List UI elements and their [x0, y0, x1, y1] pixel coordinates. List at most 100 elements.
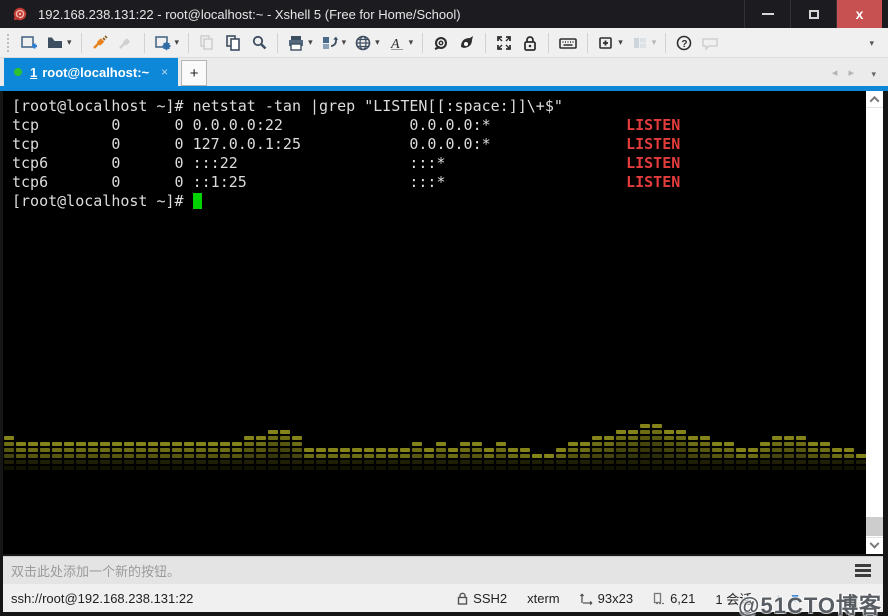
equalizer-column — [160, 442, 170, 470]
equalizer-column — [340, 448, 350, 470]
equalizer-column — [148, 442, 158, 470]
help-icon: ? — [676, 35, 692, 50]
equalizer-column — [508, 448, 518, 470]
full-screen-button[interactable] — [492, 31, 516, 55]
tab-scroll-left-icon[interactable]: ◂ — [832, 67, 842, 79]
full-screen-icon — [497, 35, 512, 50]
properties-caret-icon: ▾ — [174, 37, 180, 47]
equalizer-column — [136, 442, 146, 470]
copy-button — [195, 31, 219, 55]
scroll-up-button[interactable] — [866, 91, 883, 108]
xftp-button[interactable] — [455, 31, 479, 55]
web-browser-caret-icon: ▾ — [375, 37, 380, 47]
screen-capture-button[interactable]: ▾ — [318, 31, 350, 55]
toolbar-separator — [587, 32, 589, 53]
terminal-output: [root@localhost ~]# netstat -tan |grep "… — [12, 97, 680, 211]
equalizer-column — [628, 430, 638, 470]
paste-button[interactable] — [221, 31, 245, 55]
terminal-line: tcp6 0 0 :::22 :::* LISTEN — [12, 154, 681, 172]
tab-number: 1 — [30, 64, 38, 80]
properties-gear-icon — [154, 35, 171, 50]
terminal-cursor — [192, 193, 202, 209]
equalizer-column — [472, 442, 482, 470]
tab-label: root@localhost:~ — [42, 64, 150, 80]
cursor-position-indicator: 6,21 — [653, 591, 695, 606]
equalizer-column — [832, 448, 842, 470]
session-properties-button[interactable]: ▾ — [151, 31, 183, 55]
equalizer-column — [652, 424, 662, 470]
virtual-keyboard-button[interactable] — [555, 31, 581, 55]
open-folder-icon — [48, 37, 62, 48]
minimize-icon — [761, 13, 774, 15]
font-caret-icon: ▾ — [408, 37, 414, 47]
font-button[interactable]: A ▾ — [385, 31, 417, 55]
print-caret-icon: ▾ — [308, 37, 313, 47]
scroll-down-button[interactable] — [866, 537, 883, 554]
find-button[interactable] — [247, 31, 271, 55]
equalizer-column — [664, 430, 674, 470]
open-session-caret-icon: ▾ — [67, 37, 72, 47]
session-tab[interactable]: 1 root@localhost:~ × — [4, 58, 179, 86]
terminal-area[interactable]: [root@localhost ~]# netstat -tan |grep "… — [3, 91, 883, 554]
lock-icon — [524, 35, 537, 51]
equalizer-column — [448, 448, 458, 470]
print-button[interactable]: ▾ — [284, 31, 316, 55]
xshell-logo-icon — [13, 7, 27, 21]
equalizer-column — [580, 442, 590, 470]
quick-button-hint: 双击此处添加一个新的按钮。 — [11, 564, 181, 579]
open-session-button[interactable]: ▾ — [43, 31, 75, 55]
toolbar-overflow-caret-icon[interactable]: ▾ — [869, 38, 874, 49]
equalizer-column — [616, 430, 626, 470]
scrollbar-thumb[interactable] — [866, 517, 883, 536]
new-tab-button[interactable]: + — [181, 60, 208, 86]
maximize-icon — [808, 9, 819, 19]
protocol-indicator: SSH2 — [457, 591, 507, 606]
button-bar-menu-icon[interactable] — [855, 564, 871, 577]
tab-scroll-right-icon[interactable]: ▸ — [848, 67, 858, 79]
tab-close-icon[interactable]: × — [161, 65, 168, 79]
minimize-button[interactable] — [744, 0, 790, 28]
disconnect-plug-icon — [118, 38, 130, 49]
help-button[interactable]: ? — [672, 31, 696, 55]
connect-button[interactable] — [88, 31, 112, 55]
vertical-scrollbar[interactable] — [866, 91, 883, 554]
keyboard-icon — [559, 37, 577, 49]
equalizer-column — [28, 442, 38, 470]
resize-icon — [579, 593, 593, 605]
quick-button-bar[interactable]: 双击此处添加一个新的按钮。 — [3, 556, 883, 584]
new-window-button[interactable]: ▾ — [594, 31, 626, 55]
equalizer-column — [556, 448, 566, 470]
equalizer-column — [364, 448, 374, 470]
equalizer-column — [640, 424, 650, 470]
tab-menu-caret-icon[interactable]: ▾ — [871, 69, 876, 80]
new-session-button[interactable] — [17, 31, 41, 55]
screen-capture-icon — [322, 36, 338, 49]
feedback-bubble-icon — [702, 37, 719, 51]
toolbar-grip[interactable] — [6, 32, 11, 53]
equalizer-column — [268, 430, 278, 470]
maximize-button[interactable] — [790, 0, 836, 28]
tile-windows-caret-icon: ▾ — [651, 37, 657, 47]
equalizer-column — [736, 448, 746, 470]
tile-windows-button: ▾ — [628, 31, 660, 55]
terminal-line: tcp6 0 0 ::1:25 :::* LISTEN — [12, 173, 681, 191]
toolbar: ▾ ▾ ▾ ▾ ▾ A ▾ ▾ ▾ ? ▾ — [0, 28, 888, 58]
chevron-down-icon — [869, 538, 880, 549]
tile-windows-icon — [633, 37, 646, 48]
xftp-icon — [461, 35, 474, 48]
equalizer-column — [568, 442, 578, 470]
lock-screen-button[interactable] — [518, 31, 542, 55]
close-button[interactable]: x — [836, 0, 882, 28]
equalizer-column — [520, 448, 530, 470]
web-browser-button[interactable]: ▾ — [351, 31, 383, 55]
equalizer-column — [424, 448, 434, 470]
toolbar-separator — [188, 32, 190, 53]
terminal-size-indicator: 93x23 — [579, 591, 633, 606]
xagent-button[interactable] — [429, 31, 453, 55]
equalizer-column — [280, 430, 290, 470]
printer-icon — [289, 35, 304, 51]
equalizer-column — [4, 436, 14, 470]
equalizer-column — [220, 442, 230, 470]
equalizer-column — [88, 442, 98, 470]
xshell-window: 192.168.238.131:22 - root@localhost:~ - … — [0, 0, 888, 616]
